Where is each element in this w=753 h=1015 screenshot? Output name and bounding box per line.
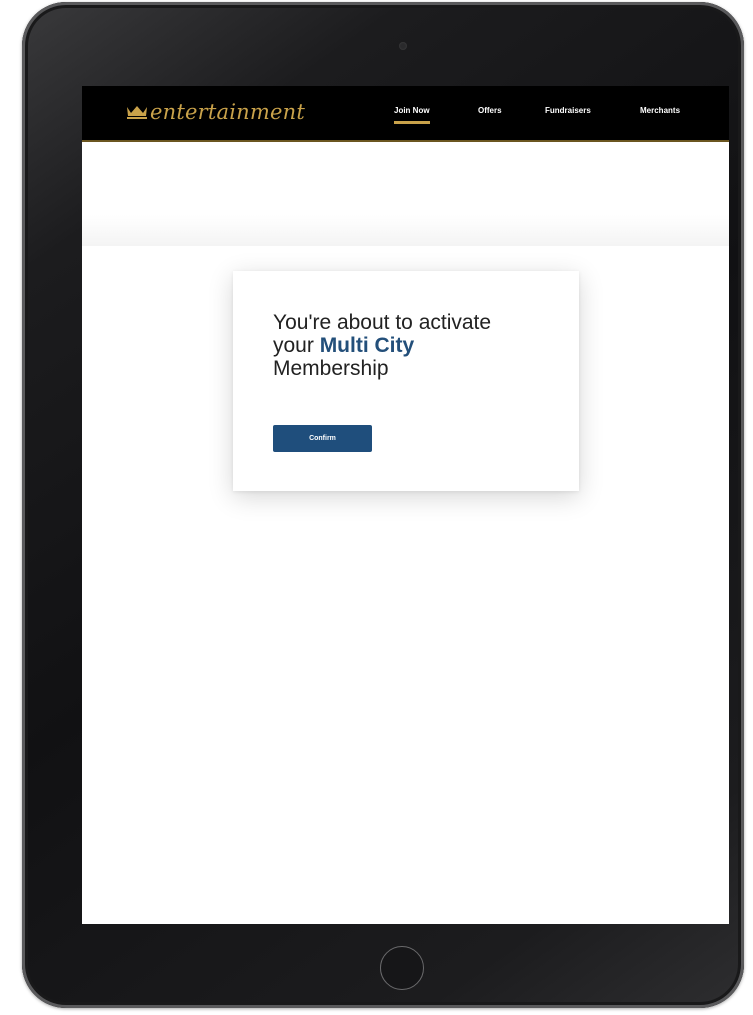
membership-type: Multi City: [319, 334, 415, 357]
activation-modal: You're about to activate your Multi City…: [233, 271, 579, 491]
nav-merchants[interactable]: Merchants: [640, 106, 680, 115]
screen: entertainment Join Now Offers Fundraiser…: [82, 86, 729, 924]
crown-icon: [127, 106, 147, 119]
active-tab-indicator: [394, 121, 430, 124]
header-band: [82, 142, 729, 246]
nav-join-now[interactable]: Join Now: [394, 106, 430, 124]
nav-offers[interactable]: Offers: [478, 106, 502, 115]
top-navigation-bar: entertainment Join Now Offers Fundraiser…: [82, 86, 729, 142]
entertainment-logo[interactable]: entertainment: [126, 100, 305, 124]
nav-offers-label: Offers: [478, 106, 502, 115]
tablet-device: entertainment Join Now Offers Fundraiser…: [22, 2, 744, 1008]
modal-title: You're about to activate your Multi City…: [273, 311, 533, 380]
nav-fundraisers-label: Fundraisers: [545, 106, 591, 115]
nav-merchants-label: Merchants: [640, 106, 681, 115]
modal-title-suffix: Membership: [273, 357, 389, 380]
confirm-button[interactable]: Confirm: [273, 425, 372, 452]
nav-fundraisers[interactable]: Fundraisers: [545, 106, 591, 115]
home-button[interactable]: [380, 946, 424, 990]
front-camera: [399, 42, 407, 50]
nav-join-now-label: Join Now: [394, 106, 430, 115]
brand-name: entertainment: [150, 100, 305, 124]
